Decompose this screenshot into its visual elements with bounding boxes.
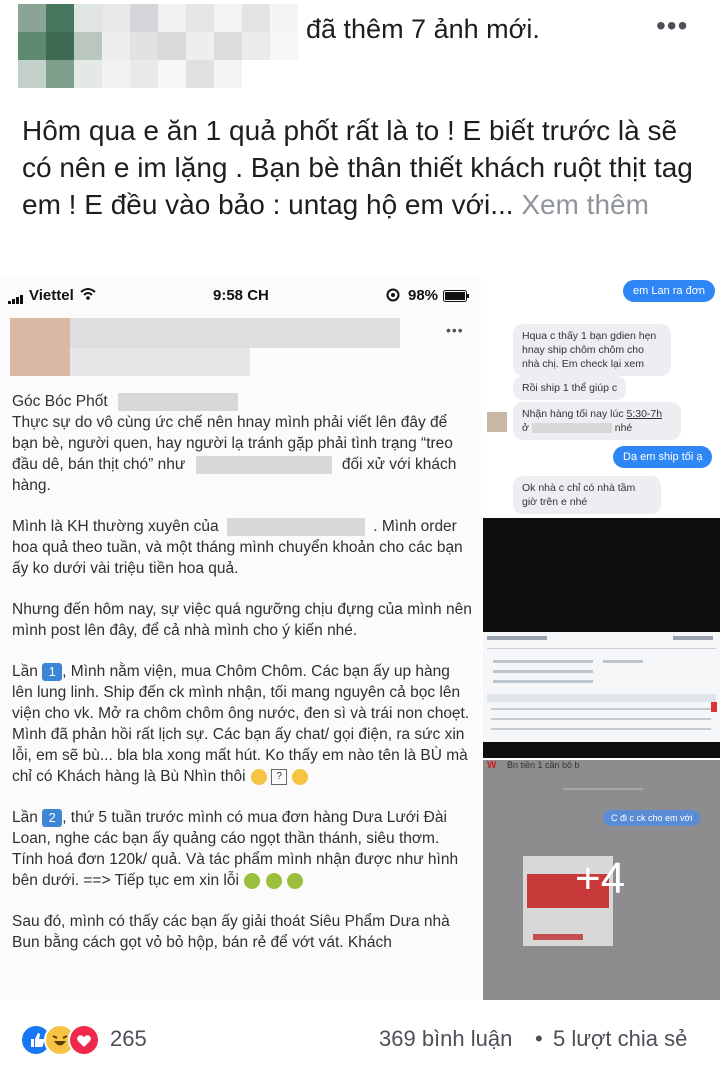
chat-bubble-incoming: Nhận hàng tối nay lúc 5:30-7h ở nhé <box>513 402 681 440</box>
rotation-lock-icon <box>386 288 400 306</box>
shares-count[interactable]: 5 lượt chia sẻ <box>553 1026 687 1052</box>
nauseated-emoji-icon <box>244 872 261 889</box>
carrier-name: Viettel <box>29 287 74 304</box>
avatar[interactable] <box>18 4 298 88</box>
chat-bubble-outgoing: Dạ em ship tối ạ <box>613 446 713 468</box>
chat-time-link[interactable]: 5:30-7h <box>627 408 663 420</box>
battery-percent: 98% <box>408 287 439 304</box>
blurred-address <box>531 423 612 434</box>
blurred-profile-picture <box>10 318 70 376</box>
post-header-action: đã thêm 7 ảnh mới. <box>306 14 540 44</box>
more-photos-count: +4 <box>575 854 626 903</box>
nauseated-emoji-icon <box>286 872 303 889</box>
chat-text: em Lan ra đơn <box>633 285 706 297</box>
status-bar: Viettel 9:58 CH 98% <box>0 278 481 312</box>
blurred-profile-strip-2 <box>70 348 250 376</box>
paragraph-4-lead: Lần <box>12 663 38 680</box>
spreadsheet-image <box>483 632 720 742</box>
red-button-image <box>533 934 583 940</box>
post-caption: Hôm qua e ăn 1 quả phốt rất là to ! E bi… <box>22 112 712 223</box>
comments-count[interactable]: 369 bình luận <box>379 1026 512 1052</box>
paragraph-6: Sau đó, mình có thấy các bạn ấy giải tho… <box>12 913 450 951</box>
sweat-emoji-icon <box>292 768 309 785</box>
paragraph-2-start: Mình là KH thường xuyên của <box>12 518 219 535</box>
paragraph-3: Nhưng đến hôm nay, sự việc quá ngưỡng ch… <box>12 601 472 639</box>
post-more-icon[interactable]: ••• <box>446 322 464 338</box>
paragraph-5-lead: Lần <box>12 809 38 826</box>
blurred-shop-name <box>195 455 332 474</box>
chat-text: ở <box>522 422 529 434</box>
post-footer: 265 369 bình luận • 5 lượt chia sẻ <box>0 1020 720 1060</box>
number-1-badge: 1 <box>42 662 63 681</box>
signal-icon <box>8 291 26 308</box>
photo-4[interactable]: Bn tiền 1 cần bỏ b W C đi c ck cho em vớ… <box>483 760 720 1000</box>
number-2-badge: 2 <box>42 808 63 827</box>
blurred-shop-name-2 <box>226 517 365 536</box>
photo-1[interactable]: Viettel 9:58 CH 98% ••• Góc Bóc Phốt Thự… <box>0 278 481 1000</box>
see-more-link[interactable]: Xem thêm <box>521 189 649 220</box>
chat-text: nhé <box>614 422 633 434</box>
more-options-icon[interactable]: ••• <box>656 10 688 42</box>
thumb-top-text: Bn tiền 1 cần bỏ b <box>507 760 580 770</box>
chat-text: Nhận hàng tối nay lúc <box>522 408 624 420</box>
question-box-icon: ? <box>271 768 288 785</box>
footer-separator: • <box>535 1026 543 1051</box>
chat-bubble-outgoing: em Lan ra đơn <box>623 280 716 302</box>
page-name: Góc Bóc Phốt <box>12 393 108 410</box>
divider <box>563 788 643 790</box>
wifi-icon <box>80 287 96 305</box>
chat-bubble-incoming: Rồi ship 1 thể giúp c <box>513 376 627 400</box>
chat-bubble-incoming: Hqua c thấy 1 bạn gdien hẹn hnay ship ch… <box>513 324 671 376</box>
chat-bubble-incoming: Ok nhà c chỉ có nhà tầm giờ trên e nhé <box>513 476 661 514</box>
post-body: Góc Bóc Phốt Thực sự do vô cùng ức chế n… <box>12 391 472 953</box>
paragraph-5: , thứ 5 tuần trước mình có mua đơn hàng … <box>12 809 459 889</box>
photo-3[interactable] <box>483 518 720 758</box>
clock: 9:58 CH <box>213 287 269 304</box>
paragraph-4: , Mình nằm viện, mua Chôm Chôm. Các bạn … <box>12 663 470 785</box>
reactions-count[interactable]: 265 <box>110 1026 147 1052</box>
battery-icon <box>443 289 470 306</box>
nauseated-emoji-icon <box>265 872 282 889</box>
blurred-name <box>117 392 238 411</box>
blurred-profile-strip <box>70 318 400 348</box>
chat-bubble-outgoing: C đi c ck cho em với <box>603 810 701 826</box>
sad-emoji-icon <box>250 768 267 785</box>
love-reaction-icon[interactable] <box>68 1024 100 1056</box>
photo-2[interactable]: em Lan ra đơn Hqua c thấy 1 bạn gdien hẹ… <box>483 278 720 518</box>
chat-avatar <box>487 412 507 432</box>
logo-icon: W <box>487 760 497 771</box>
